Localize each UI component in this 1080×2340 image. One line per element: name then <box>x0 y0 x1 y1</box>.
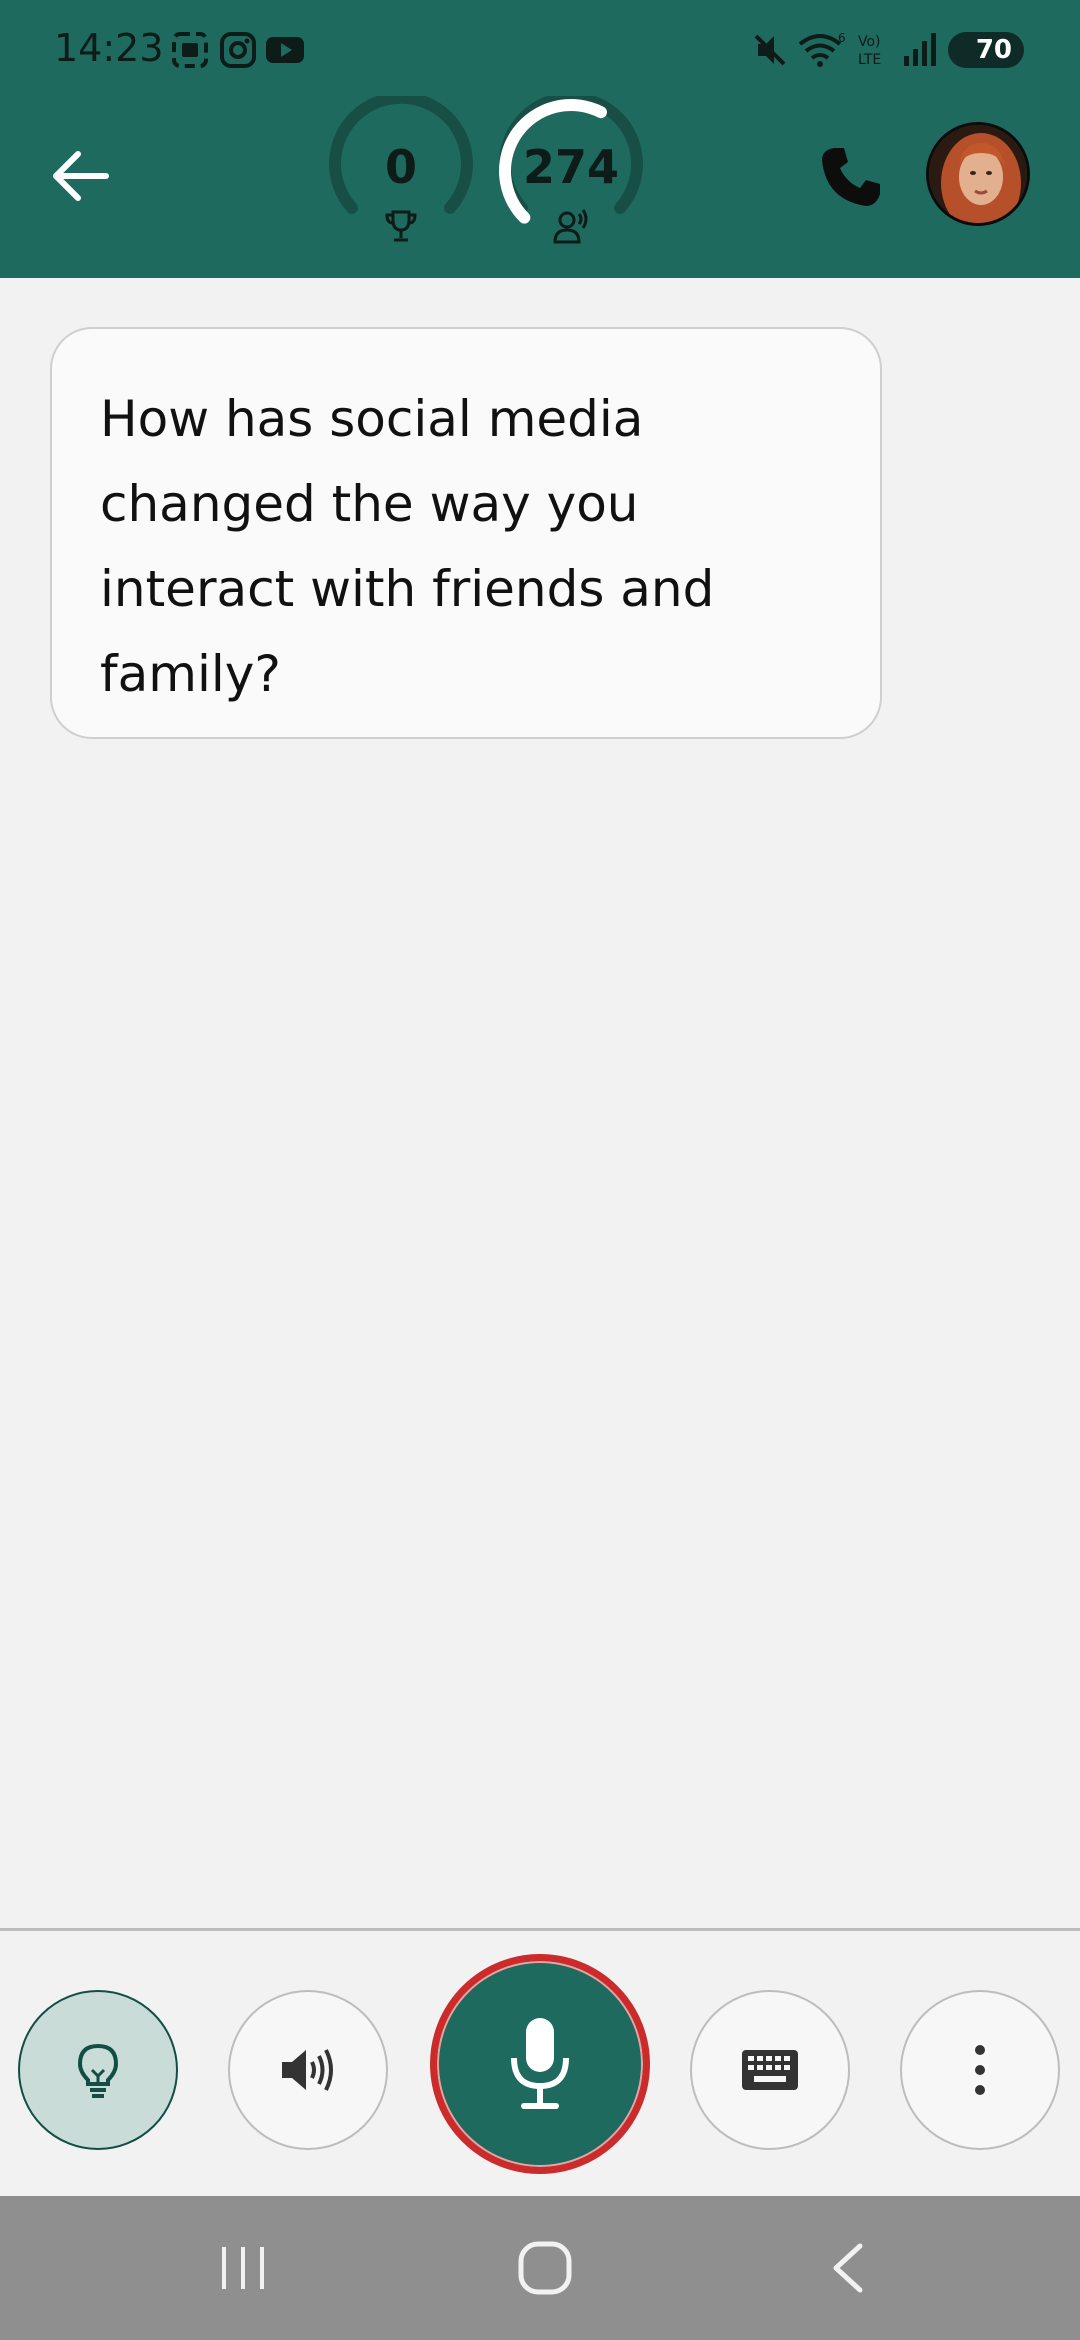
hint-button[interactable] <box>18 1990 178 2150</box>
home-icon <box>518 2241 572 2295</box>
listeners-value: 274 <box>522 140 620 194</box>
mute-icon <box>754 34 786 66</box>
more-vertical-icon <box>975 2045 985 2095</box>
battery-indicator: 70 <box>948 32 1024 68</box>
microphone-button[interactable] <box>430 1954 650 2174</box>
keyboard-icon <box>742 2050 798 2090</box>
avatar[interactable] <box>926 122 1030 226</box>
instagram-icon <box>220 32 256 68</box>
keyboard-button[interactable] <box>690 1990 850 2150</box>
wifi-icon: 6 <box>798 31 846 67</box>
bottom-divider <box>0 1928 1080 1931</box>
phone-icon[interactable] <box>816 142 886 212</box>
speaker-icon <box>282 2049 333 2091</box>
lightbulb-icon <box>77 2043 119 2098</box>
question-bubble: How has social media changed the way you… <box>50 327 882 739</box>
chevron-left-icon <box>833 2243 863 2293</box>
score-gauge: 0 <box>326 91 476 246</box>
svg-text:LTE: LTE <box>858 52 881 68</box>
nav-back-button[interactable] <box>778 2196 918 2340</box>
status-bar: 14:23 6 Vo) LTE 70 <box>0 0 1080 100</box>
back-arrow-icon[interactable] <box>48 146 112 206</box>
system-nav-bar <box>0 2196 1080 2340</box>
recent-apps-icon <box>222 2247 264 2289</box>
trophy-icon <box>385 210 417 242</box>
speaker-button[interactable] <box>228 1990 388 2150</box>
question-text: How has social media changed the way you… <box>100 390 715 703</box>
listeners-gauge: 274 <box>496 91 646 246</box>
svg-text:6: 6 <box>838 31 846 45</box>
screenshot-icon <box>172 32 208 68</box>
volte-icon: Vo) LTE <box>858 34 881 68</box>
score-value: 0 <box>384 140 417 194</box>
more-options-button[interactable] <box>900 1990 1060 2150</box>
battery-level: 70 <box>975 35 1012 65</box>
app-header: 14:23 6 Vo) LTE 70 0 274 <box>0 0 1080 278</box>
signal-icon <box>904 33 936 66</box>
status-time: 14:23 <box>54 26 164 70</box>
person-speaking-icon <box>553 209 588 244</box>
microphone-icon <box>511 2018 569 2109</box>
recent-apps-button[interactable] <box>173 2196 313 2340</box>
youtube-icon <box>266 37 304 63</box>
home-button[interactable] <box>475 2196 615 2340</box>
svg-text:Vo): Vo) <box>858 34 881 50</box>
avatar-image <box>929 125 1027 223</box>
